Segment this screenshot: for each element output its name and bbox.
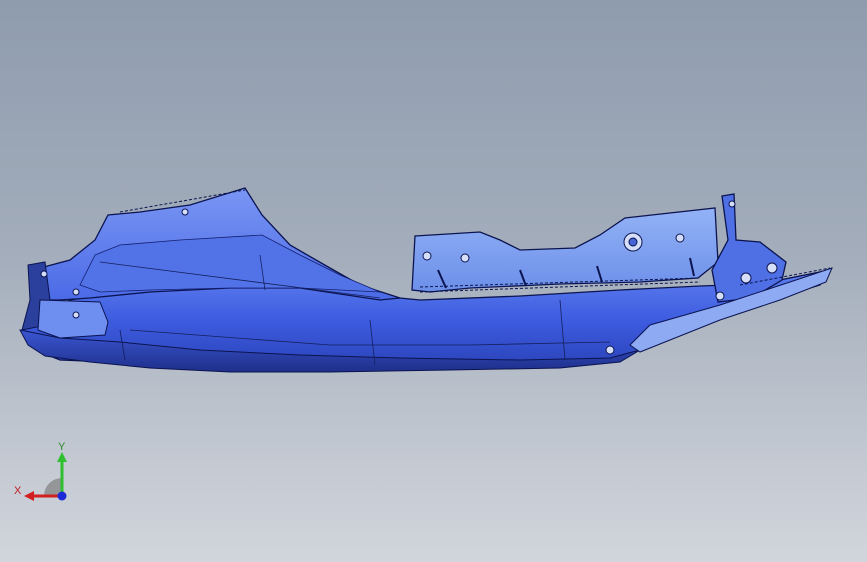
y-axis-label: Y [58, 441, 66, 453]
x-axis-arrowhead [24, 491, 34, 501]
graphics-viewport[interactable]: Y X [0, 0, 867, 562]
coordinate-triad [24, 452, 67, 501]
z-axis-point [57, 491, 67, 501]
part-left-tab [37, 299, 109, 339]
y-axis-arrowhead [57, 452, 67, 462]
part-center-bracket [411, 207, 719, 293]
x-axis-label: X [14, 485, 22, 497]
3d-model[interactable] [0, 0, 867, 562]
